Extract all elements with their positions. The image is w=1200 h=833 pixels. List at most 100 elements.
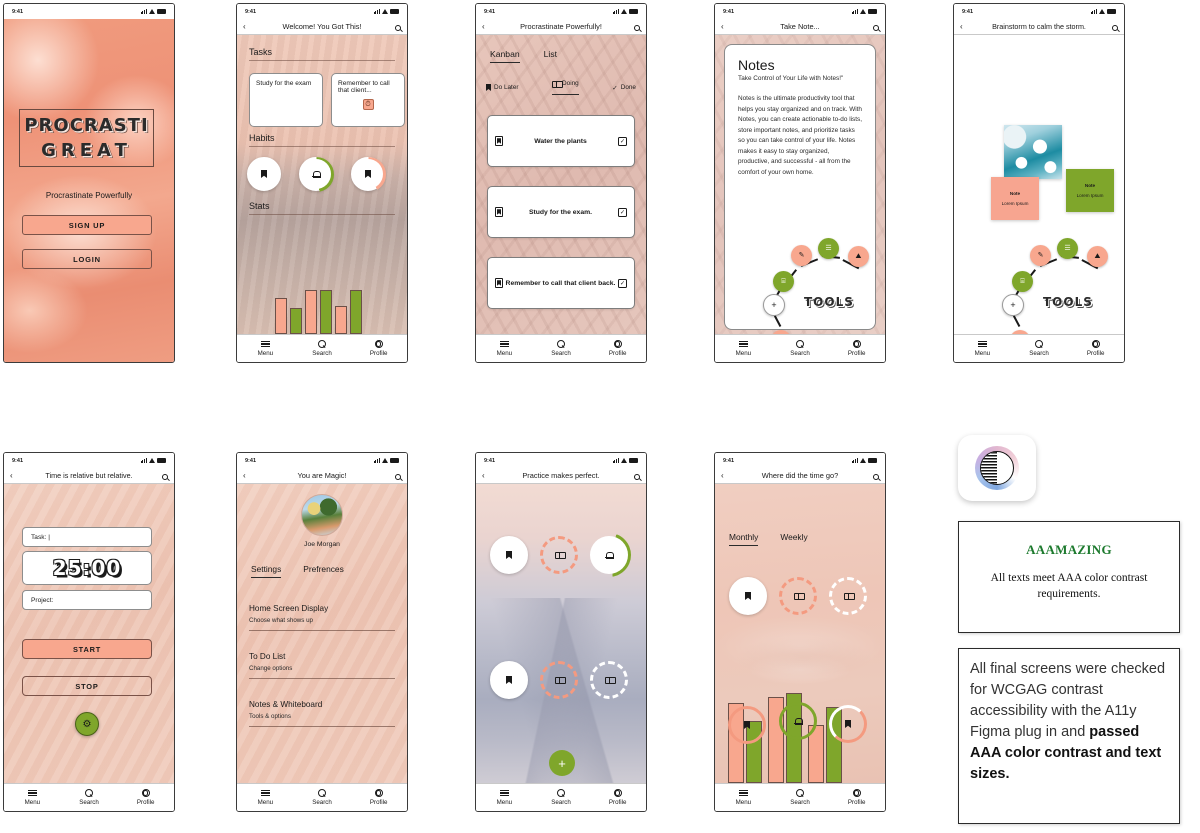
task-card[interactable]: Study for the exam. ✓ [487, 186, 635, 238]
task-checkbox[interactable]: ✓ [618, 278, 627, 288]
tab-menu[interactable]: Menu [4, 789, 61, 806]
back-icon[interactable]: ‹ [721, 22, 731, 31]
tab-search[interactable]: Search [772, 340, 829, 357]
search-icon[interactable] [869, 18, 879, 36]
add-habit-button[interactable]: + [549, 750, 575, 776]
habit-ring[interactable] [490, 661, 528, 699]
task-card[interactable]: Remember to call that client back. ✓ [487, 257, 635, 309]
bottom-tab-bar: Menu Search Profile [954, 334, 1124, 362]
photo-tool[interactable]: ⛰ [1087, 246, 1108, 267]
back-icon[interactable]: ‹ [482, 22, 492, 31]
column-done[interactable]: ✓ Done [612, 84, 636, 92]
habit-ring[interactable] [540, 661, 578, 699]
tab-settings[interactable]: Settings [251, 564, 282, 578]
tab-profile[interactable]: Profile [350, 340, 407, 357]
tab-search[interactable]: Search [1011, 340, 1068, 357]
tab-preferences[interactable]: Prefrences [303, 564, 344, 578]
tab-search[interactable]: Search [294, 340, 351, 357]
habit-ring[interactable] [829, 577, 867, 615]
pencil-tool[interactable]: ✎ [1030, 245, 1051, 266]
tab-search[interactable]: Search [533, 340, 590, 357]
habit-ring[interactable] [587, 533, 631, 577]
back-icon[interactable]: ‹ [721, 471, 731, 480]
column-do-later[interactable]: Do Later [486, 84, 519, 91]
list-tool[interactable]: ☰ [1057, 238, 1078, 259]
project-input[interactable]: Project: [22, 590, 152, 610]
task-card[interactable]: Remember to call that client... ⏱ [331, 73, 405, 127]
sign-up-button[interactable]: SIGN UP [22, 215, 152, 235]
tab-menu[interactable]: Menu [476, 789, 533, 806]
back-icon[interactable]: ‹ [960, 22, 970, 31]
alarm-icon[interactable]: ⏱ [338, 99, 398, 110]
brainstorm-screen: Note Lorem Ipsum Note Lorem Ipsum + ⌸ ✎ … [954, 35, 1124, 334]
tab-list[interactable]: List [544, 49, 557, 63]
back-icon[interactable]: ‹ [243, 22, 253, 31]
tab-profile[interactable]: Profile [589, 789, 646, 806]
tab-menu[interactable]: Menu [476, 340, 533, 357]
tab-search[interactable]: Search [533, 789, 590, 806]
search-icon[interactable] [630, 18, 640, 36]
tab-label: Search [551, 799, 571, 806]
search-icon[interactable] [869, 467, 879, 485]
tab-search[interactable]: Search [294, 789, 351, 806]
list-tool[interactable]: ☰ [818, 238, 839, 259]
bottom-tab-bar: Menu Search Profile [4, 783, 174, 811]
tab-profile[interactable]: Profile [117, 789, 174, 806]
tab-menu[interactable]: Menu [237, 340, 294, 357]
habit-ring[interactable] [729, 577, 767, 615]
tab-menu[interactable]: Menu [715, 789, 772, 806]
task-checkbox[interactable]: ✓ [618, 136, 627, 146]
stat-ring[interactable] [779, 702, 817, 740]
tab-kanban[interactable]: Kanban [490, 49, 520, 63]
habit-ring[interactable] [350, 156, 386, 192]
profile-icon [374, 340, 383, 348]
tab-search[interactable]: Search [772, 789, 829, 806]
robot-icon[interactable]: ⚙ [75, 712, 99, 736]
setting-row-to-do-list[interactable]: To Do List Change options [249, 652, 395, 679]
task-card[interactable]: Study for the exam [249, 73, 323, 127]
habit-ring[interactable] [490, 536, 528, 574]
tab-weekly[interactable]: Weekly [780, 532, 807, 546]
tab-profile[interactable]: Profile [828, 789, 885, 806]
habit-ring[interactable] [590, 661, 628, 699]
tab-profile[interactable]: Profile [1067, 340, 1124, 357]
setting-row-notes-whiteboard[interactable]: Notes & Whiteboard Tools & options [249, 700, 395, 727]
stat-ring[interactable] [829, 705, 867, 743]
task-card[interactable]: Water the plants ✓ [487, 115, 635, 167]
tab-monthly[interactable]: Monthly [729, 532, 759, 546]
add-tool-button[interactable]: + [763, 294, 785, 316]
search-icon[interactable] [391, 18, 401, 36]
image-stamp-tool[interactable]: ⌸ [1012, 271, 1033, 292]
login-button[interactable]: LOGIN [22, 249, 152, 269]
back-icon[interactable]: ‹ [10, 471, 20, 480]
image-stamp-tool[interactable]: ⌸ [773, 271, 794, 292]
photo-tool[interactable]: ⛰ [848, 246, 869, 267]
avatar[interactable] [301, 494, 343, 536]
habit-ring[interactable] [779, 577, 817, 615]
task-checkbox[interactable]: ✓ [618, 207, 627, 217]
tab-profile[interactable]: Profile [828, 340, 885, 357]
stat-ring[interactable] [728, 706, 766, 744]
habit-ring[interactable] [298, 156, 334, 192]
pencil-tool[interactable]: ✎ [791, 245, 812, 266]
start-button[interactable]: START [22, 639, 152, 659]
habit-ring[interactable] [540, 536, 578, 574]
tab-profile[interactable]: Profile [589, 340, 646, 357]
setting-row-home-screen-display[interactable]: Home Screen Display Choose what shows up [249, 604, 395, 631]
back-icon[interactable]: ‹ [243, 471, 253, 480]
tab-profile[interactable]: Profile [350, 789, 407, 806]
search-icon[interactable] [158, 467, 168, 485]
tab-menu[interactable]: Menu [715, 340, 772, 357]
search-icon[interactable] [1108, 18, 1118, 36]
tab-menu[interactable]: Menu [954, 340, 1011, 357]
tab-menu[interactable]: Menu [237, 789, 294, 806]
search-icon[interactable] [630, 467, 640, 485]
add-tool-button[interactable]: + [1002, 294, 1024, 316]
column-doing[interactable]: Doing [552, 80, 579, 95]
task-input[interactable]: Task: | [22, 527, 152, 547]
habit-ring[interactable] [247, 157, 281, 191]
back-icon[interactable]: ‹ [482, 471, 492, 480]
stop-button[interactable]: STOP [22, 676, 152, 696]
tab-search[interactable]: Search [61, 789, 118, 806]
search-icon[interactable] [391, 467, 401, 485]
